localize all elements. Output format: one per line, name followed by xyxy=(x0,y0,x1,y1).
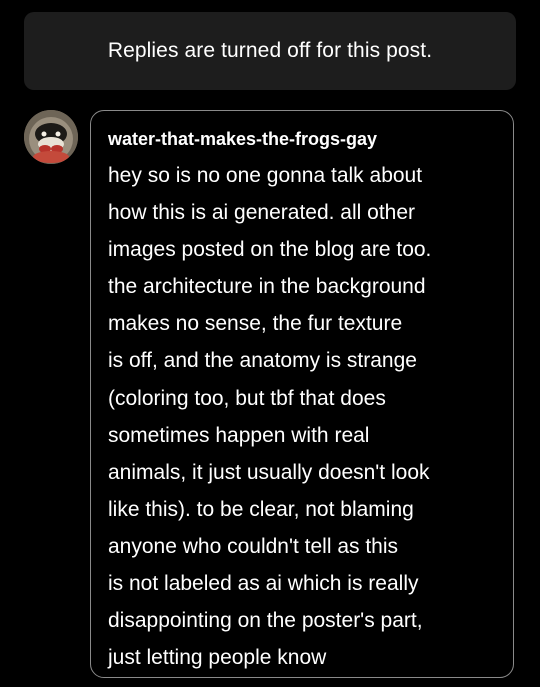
reply-line: is not labeled as ai which is really xyxy=(108,572,419,596)
reply-line: disappointing on the poster's part, xyxy=(108,609,423,633)
reply-body: hey so is no one gonna talk about how th… xyxy=(108,157,495,676)
reply-line: is off, and the anatomy is strange xyxy=(108,349,417,373)
reply-line: like this). to be clear, not blaming xyxy=(108,497,414,521)
bottom-edge xyxy=(0,678,540,687)
reply-line: just letting people know xyxy=(108,646,327,670)
reply-line: sometimes happen with real xyxy=(108,423,370,447)
reply-line: how this is ai generated. all other xyxy=(108,201,416,225)
reply-username[interactable]: water-that-makes-the-frogs-gay xyxy=(108,125,495,153)
reply-line: animals, it just usually doesn't look xyxy=(108,460,430,484)
avatar[interactable] xyxy=(24,110,78,164)
user-avatar-icon xyxy=(24,110,78,164)
reply-card: water-that-makes-the-frogs-gay hey so is… xyxy=(90,110,514,678)
reply-line: images posted on the blog are too. xyxy=(108,238,432,262)
reply-line: makes no sense, the fur texture xyxy=(108,312,403,336)
reply-line: hey so is no one gonna talk about xyxy=(108,164,423,187)
replies-off-notice: Replies are turned off for this post. xyxy=(24,12,516,90)
reply-line: (coloring too, but tbf that does xyxy=(108,386,386,410)
replies-off-text: Replies are turned off for this post. xyxy=(107,39,433,62)
reply-line: the architecture in the background xyxy=(108,275,426,299)
reply-line: anyone who couldn't tell as this xyxy=(108,534,399,558)
